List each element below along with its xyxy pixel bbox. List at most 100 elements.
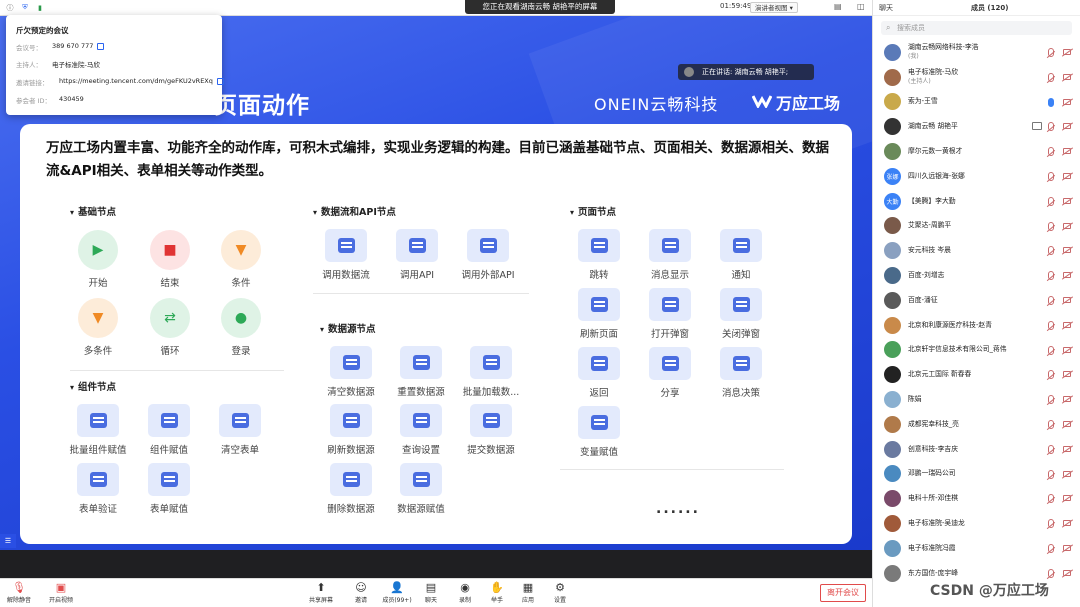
tab-chat[interactable]: 聊天 xyxy=(873,3,899,13)
member-item[interactable]: 百度-刘增志 xyxy=(873,263,1080,288)
copy-icon[interactable] xyxy=(216,77,224,85)
mic-off-icon[interactable] xyxy=(1048,519,1054,529)
member-item[interactable]: 成都宪幸科技_亮 xyxy=(873,412,1080,437)
mic-on-icon[interactable] xyxy=(1048,97,1054,107)
member-item[interactable]: 陈娟 xyxy=(873,387,1080,412)
leave-meeting-button[interactable]: 离开会议 xyxy=(820,584,866,602)
member-item[interactable]: 邓鹏一瑞码公司 xyxy=(873,462,1080,487)
camera-off-icon[interactable] xyxy=(1063,321,1071,328)
mic-off-icon[interactable] xyxy=(1048,543,1054,553)
layout-icon[interactable]: ▤ xyxy=(834,2,842,11)
filter-icon: ▼ xyxy=(221,230,261,270)
member-item[interactable]: 百度-潘征 xyxy=(873,288,1080,313)
mic-off-icon[interactable] xyxy=(1048,271,1054,281)
mic-off-icon[interactable] xyxy=(1048,196,1054,206)
share-label: 共享屏幕 xyxy=(308,597,333,604)
camera-off-icon[interactable] xyxy=(1063,296,1071,303)
avatar xyxy=(884,217,901,235)
list-toggle-icon[interactable]: ☰ xyxy=(0,534,16,548)
node-call-api: 调用API xyxy=(382,229,452,281)
member-name-text: 四川久远银海-张娜 xyxy=(908,171,965,180)
camera-off-icon[interactable] xyxy=(1063,470,1071,477)
member-item[interactable]: 电子标准院-马欣 (主持人) xyxy=(873,65,1080,90)
mic-off-icon[interactable] xyxy=(1048,48,1054,57)
camera-off-icon[interactable] xyxy=(1063,520,1071,527)
apps-button[interactable]: ▦ 应用 xyxy=(511,581,545,605)
member-item[interactable]: 大勤 【美腾】李大勤 xyxy=(873,189,1080,214)
tab-members[interactable]: 成员 (120) xyxy=(965,3,1014,13)
chat-button[interactable]: ▤ 聊天 xyxy=(414,581,448,605)
camera-off-icon[interactable] xyxy=(1063,98,1071,105)
member-name-text: 索为-王雪 xyxy=(908,97,938,106)
camera-off-icon[interactable] xyxy=(1063,197,1071,204)
mic-off-icon[interactable] xyxy=(1048,221,1054,231)
camera-off-icon[interactable] xyxy=(1063,49,1071,55)
members-icon: 👤 xyxy=(390,580,404,594)
member-item[interactable]: 电科十所-邓佳棋 xyxy=(873,486,1080,511)
mic-off-icon[interactable] xyxy=(1048,494,1054,504)
member-item[interactable]: 安元科技 岑晨 xyxy=(873,238,1080,263)
member-search-input[interactable]: ⌕ 搜索成员 xyxy=(881,21,1072,35)
mic-off-icon[interactable] xyxy=(1048,320,1054,330)
mic-off-icon[interactable] xyxy=(1048,444,1054,454)
member-item[interactable]: 摩尔元数一黄根才 xyxy=(873,139,1080,164)
camera-off-icon[interactable] xyxy=(1063,148,1071,155)
mic-off-icon[interactable] xyxy=(1048,72,1054,82)
sidebar-toggle-icon[interactable]: ◫ xyxy=(857,2,865,11)
copy-icon[interactable] xyxy=(97,42,105,50)
member-item[interactable]: 湖南云畅网络科技-李浩 (我) xyxy=(873,40,1080,65)
avatar: 张娜 xyxy=(884,167,901,185)
camera-off-icon[interactable] xyxy=(1063,495,1071,502)
mic-off-icon[interactable] xyxy=(1048,122,1054,132)
member-item[interactable]: 创意科技-李吉庆 xyxy=(873,437,1080,462)
member-item[interactable]: 北京和利康源医疗科技-赵青 xyxy=(873,313,1080,338)
invite-link[interactable]: https://meeting.tencent.com/dm/geFKU2vRE… xyxy=(59,77,213,85)
camera-off-icon[interactable] xyxy=(1063,396,1071,403)
node-label: 通知 xyxy=(731,270,751,281)
node-label: 调用API xyxy=(399,270,435,281)
member-item[interactable]: 艾聚达-周鹏平 xyxy=(873,214,1080,239)
raise-hand-button[interactable]: ✋ 举手 xyxy=(480,581,514,605)
camera-off-icon[interactable] xyxy=(1063,73,1071,80)
mic-off-icon[interactable] xyxy=(1048,171,1054,181)
mic-off-icon[interactable] xyxy=(1048,147,1054,157)
camera-off-icon[interactable] xyxy=(1063,371,1071,378)
camera-off-icon[interactable] xyxy=(1063,445,1071,452)
user-icon: ● xyxy=(221,298,261,338)
camera-off-icon[interactable] xyxy=(1063,420,1071,427)
share-screen-button[interactable]: ⬆ 共享屏幕 xyxy=(304,581,338,605)
mic-off-icon[interactable] xyxy=(1048,246,1054,256)
info-icon[interactable]: ⓘ xyxy=(5,3,15,13)
shield-icon[interactable]: ⛨ xyxy=(20,3,30,13)
member-item[interactable]: 电子标准院冯霞 xyxy=(873,536,1080,561)
record-button[interactable]: ◉ 录制 xyxy=(448,581,482,605)
members-button[interactable]: 👤 成员(99+) xyxy=(380,580,414,605)
meeting-id-row: 会议号： 389 670 777 xyxy=(16,42,216,52)
camera-off-icon[interactable] xyxy=(1063,272,1071,279)
mute-button[interactable]: 🎙 解除静音 xyxy=(2,581,36,605)
video-button[interactable]: ▣ 开启视频 xyxy=(44,581,78,605)
mic-off-icon[interactable] xyxy=(1048,345,1054,355)
member-item[interactable]: 北京元工国际 靳春春 xyxy=(873,362,1080,387)
settings-button[interactable]: ⚙ 设置 xyxy=(543,581,577,605)
camera-off-icon[interactable] xyxy=(1063,346,1071,353)
invite-button[interactable]: ☺ 邀请 xyxy=(344,581,378,605)
mic-off-icon[interactable] xyxy=(1048,295,1054,305)
mic-off-icon[interactable] xyxy=(1048,395,1054,405)
mic-off-icon[interactable] xyxy=(1048,419,1054,429)
camera-off-icon[interactable] xyxy=(1063,247,1071,254)
mic-off-icon[interactable] xyxy=(1048,469,1054,479)
camera-off-icon[interactable] xyxy=(1063,222,1071,229)
member-item[interactable]: 电子标准院-吴迪龙 xyxy=(873,511,1080,536)
camera-off-icon[interactable] xyxy=(1063,123,1071,130)
mic-off-icon[interactable] xyxy=(1048,370,1054,380)
camera-off-icon[interactable] xyxy=(1063,544,1071,551)
member-item[interactable]: 湖南云畅 胡艳平 xyxy=(873,114,1080,139)
member-item[interactable]: 索为-王雪 xyxy=(873,90,1080,115)
member-item[interactable]: 北京轩宇信息技术有限公司_蒋伟 xyxy=(873,338,1080,363)
member-item[interactable]: 张娜 四川久远银海-张娜 xyxy=(873,164,1080,189)
view-mode-select[interactable]: 演讲者视图 ▾ xyxy=(750,2,798,13)
camera-off-icon[interactable] xyxy=(1063,569,1071,576)
camera-off-icon[interactable] xyxy=(1063,172,1071,179)
mic-off-icon[interactable] xyxy=(1048,568,1054,578)
